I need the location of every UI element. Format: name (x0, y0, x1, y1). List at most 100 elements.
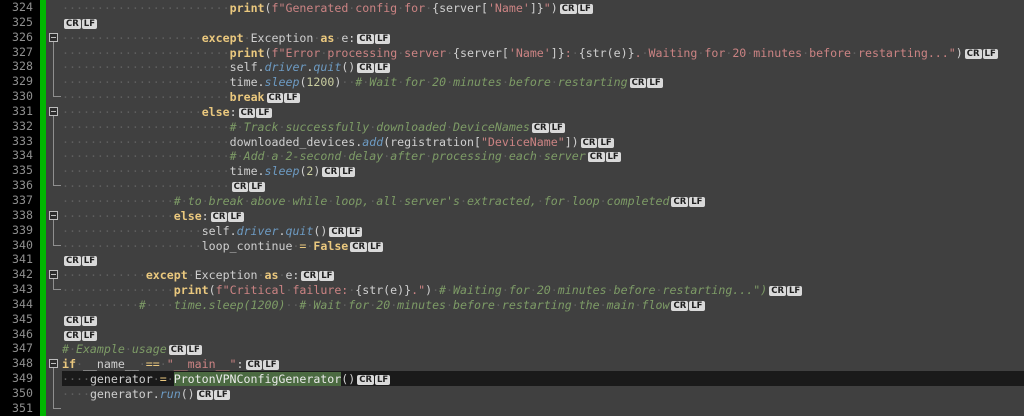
fold-margin[interactable] (46, 104, 62, 119)
line-number[interactable]: 330 (0, 89, 40, 104)
line-number[interactable]: 325 (0, 14, 40, 30)
code-line[interactable]: 334 ························#·Add·a·2-sec… (0, 148, 1024, 163)
code-content[interactable]: ····generator·=·ProtonVPNConfigGenerator… (62, 371, 1024, 387)
line-number[interactable]: 351 (0, 400, 40, 416)
code-line[interactable]: 344 ···········#····time.sleep(1200)··#·W… (0, 296, 1024, 312)
code-line[interactable]: 333 ························downloaded_de… (0, 133, 1024, 149)
line-number[interactable]: 346 (0, 326, 40, 342)
code-line[interactable]: 340 ····················loop_continue·=·F… (0, 237, 1024, 253)
code-content[interactable]: ················#·to·break·above·while·l… (62, 193, 1024, 208)
code-content[interactable]: ····················self.driver.quit() CR… (62, 223, 1024, 238)
line-number[interactable]: 334 (0, 148, 40, 164)
fold-collapse-icon[interactable] (49, 210, 58, 220)
code-line[interactable]: 345 CR LF (0, 311, 1024, 327)
line-number[interactable]: 331 (0, 103, 40, 119)
line-number[interactable]: 329 (0, 74, 40, 90)
line-number[interactable]: 328 (0, 59, 40, 75)
fold-margin[interactable] (46, 267, 62, 283)
code-line[interactable]: 339 ····················self.driver.quit(… (0, 222, 1024, 238)
fold-margin[interactable] (46, 282, 62, 297)
code-content[interactable]: CR LF (62, 327, 1024, 342)
fold-margin[interactable] (46, 327, 62, 342)
code-content[interactable]: ····················else: CR LF (62, 104, 1024, 119)
fold-margin[interactable] (46, 89, 62, 104)
code-content[interactable]: ························self.driver.quit… (62, 59, 1024, 74)
line-number[interactable]: 344 (0, 296, 40, 312)
line-number[interactable]: 326 (0, 29, 40, 45)
fold-margin[interactable] (46, 30, 62, 45)
code-content[interactable]: ························#·Add·a·2-second… (62, 148, 1024, 163)
fold-margin[interactable] (46, 237, 62, 253)
line-number[interactable]: 343 (0, 282, 40, 297)
code-content[interactable] (62, 401, 1024, 416)
code-line[interactable]: 346 CR LF (0, 326, 1024, 342)
fold-margin[interactable] (46, 400, 62, 416)
line-number[interactable]: 327 (0, 44, 40, 60)
code-content[interactable]: ························print(f"Error·pr… (62, 45, 1024, 60)
fold-margin[interactable] (46, 297, 62, 312)
code-content[interactable]: CR LF (62, 312, 1024, 327)
line-number[interactable]: 335 (0, 163, 40, 179)
fold-margin[interactable] (46, 193, 62, 208)
code-line[interactable]: 328 ························self.driver.q… (0, 59, 1024, 74)
fold-margin[interactable] (46, 208, 62, 223)
code-content[interactable]: ····generator.run() CR LF (62, 386, 1024, 401)
fold-margin[interactable] (46, 312, 62, 327)
code-content[interactable]: ························time.sleep(2) CR L… (62, 163, 1024, 178)
line-number[interactable]: 339 (0, 222, 40, 238)
code-line[interactable]: 325 CR LF (0, 14, 1024, 30)
code-line[interactable]: 341 CR LF (0, 252, 1024, 268)
code-content[interactable]: ················print(f"Critical·failure… (62, 282, 1024, 297)
fold-collapse-icon[interactable] (49, 106, 58, 116)
code-line[interactable]: 326 ····················except·Exception·… (0, 29, 1024, 45)
fold-collapse-icon[interactable] (49, 359, 58, 369)
line-number[interactable]: 333 (0, 133, 40, 149)
fold-margin[interactable] (46, 133, 62, 149)
line-number[interactable]: 338 (0, 207, 40, 223)
fold-margin[interactable] (46, 371, 62, 386)
line-number[interactable]: 324 (0, 0, 40, 15)
code-content[interactable]: ············except·Exception·as·e: CR LF (62, 267, 1024, 282)
code-line[interactable]: 351 (0, 400, 1024, 416)
code-line[interactable]: 347 #·Example·usage CR LF (0, 341, 1024, 356)
code-content[interactable]: ····················loop_continue·=·Fals… (62, 238, 1024, 253)
line-number[interactable]: 336 (0, 178, 40, 193)
code-content[interactable]: ························break CR LF (62, 89, 1024, 104)
fold-margin[interactable] (46, 148, 62, 164)
line-number[interactable]: 342 (0, 267, 40, 283)
code-line[interactable]: 337 ················#·to·break·above·whil… (0, 192, 1024, 208)
code-line[interactable]: 327 ························print(f"Error… (0, 44, 1024, 60)
fold-margin[interactable] (46, 252, 62, 267)
line-number[interactable]: 337 (0, 192, 40, 208)
code-line[interactable]: 348 if·__name__·==·"__main__": CR LF (0, 356, 1024, 371)
code-content[interactable]: ························print(f"Generate… (62, 0, 1024, 15)
code-content[interactable]: ····················except·Exception·as·… (62, 30, 1024, 45)
fold-margin[interactable] (46, 15, 62, 30)
fold-margin[interactable] (46, 118, 62, 134)
code-line[interactable]: 338 ················else: CR LF (0, 207, 1024, 223)
code-line[interactable]: 330 ························break CR LF (0, 89, 1024, 104)
code-content[interactable]: ················else: CR LF (62, 208, 1024, 223)
fold-margin[interactable] (46, 222, 62, 238)
code-line[interactable]: 324 ························print(f"Gener… (0, 0, 1024, 15)
fold-margin[interactable] (46, 178, 62, 193)
code-line[interactable]: 332 ························#·Track·succe… (0, 118, 1024, 134)
code-line[interactable]: 349 ····generator·=·ProtonVPNConfigGenera… (0, 371, 1024, 387)
code-line[interactable]: 336 ························ CR LF (0, 178, 1024, 193)
code-content[interactable]: #·Example·usage CR LF (62, 341, 1024, 356)
line-number[interactable]: 341 (0, 252, 40, 268)
code-content[interactable]: ························#·Track·successf… (62, 119, 1024, 134)
line-number[interactable]: 345 (0, 311, 40, 327)
code-line[interactable]: 350 ····generator.run() CR LF (0, 385, 1024, 401)
code-line[interactable]: 335 ························time.sleep(2)… (0, 163, 1024, 178)
code-content[interactable]: ···········#····time.sleep(1200)··#·Wait… (62, 297, 1024, 312)
fold-margin[interactable] (46, 341, 62, 356)
code-content[interactable]: CR LF (62, 15, 1024, 30)
code-line[interactable]: 331 ····················else: CR LF (0, 103, 1024, 119)
code-content[interactable]: ························time.sleep(1200)… (62, 74, 1024, 89)
fold-collapse-icon[interactable] (49, 32, 58, 42)
fold-margin[interactable] (46, 163, 62, 179)
fold-collapse-icon[interactable] (49, 270, 58, 280)
code-line[interactable]: 343 ················print(f"Critical·fail… (0, 282, 1024, 297)
fold-margin[interactable] (46, 356, 62, 372)
